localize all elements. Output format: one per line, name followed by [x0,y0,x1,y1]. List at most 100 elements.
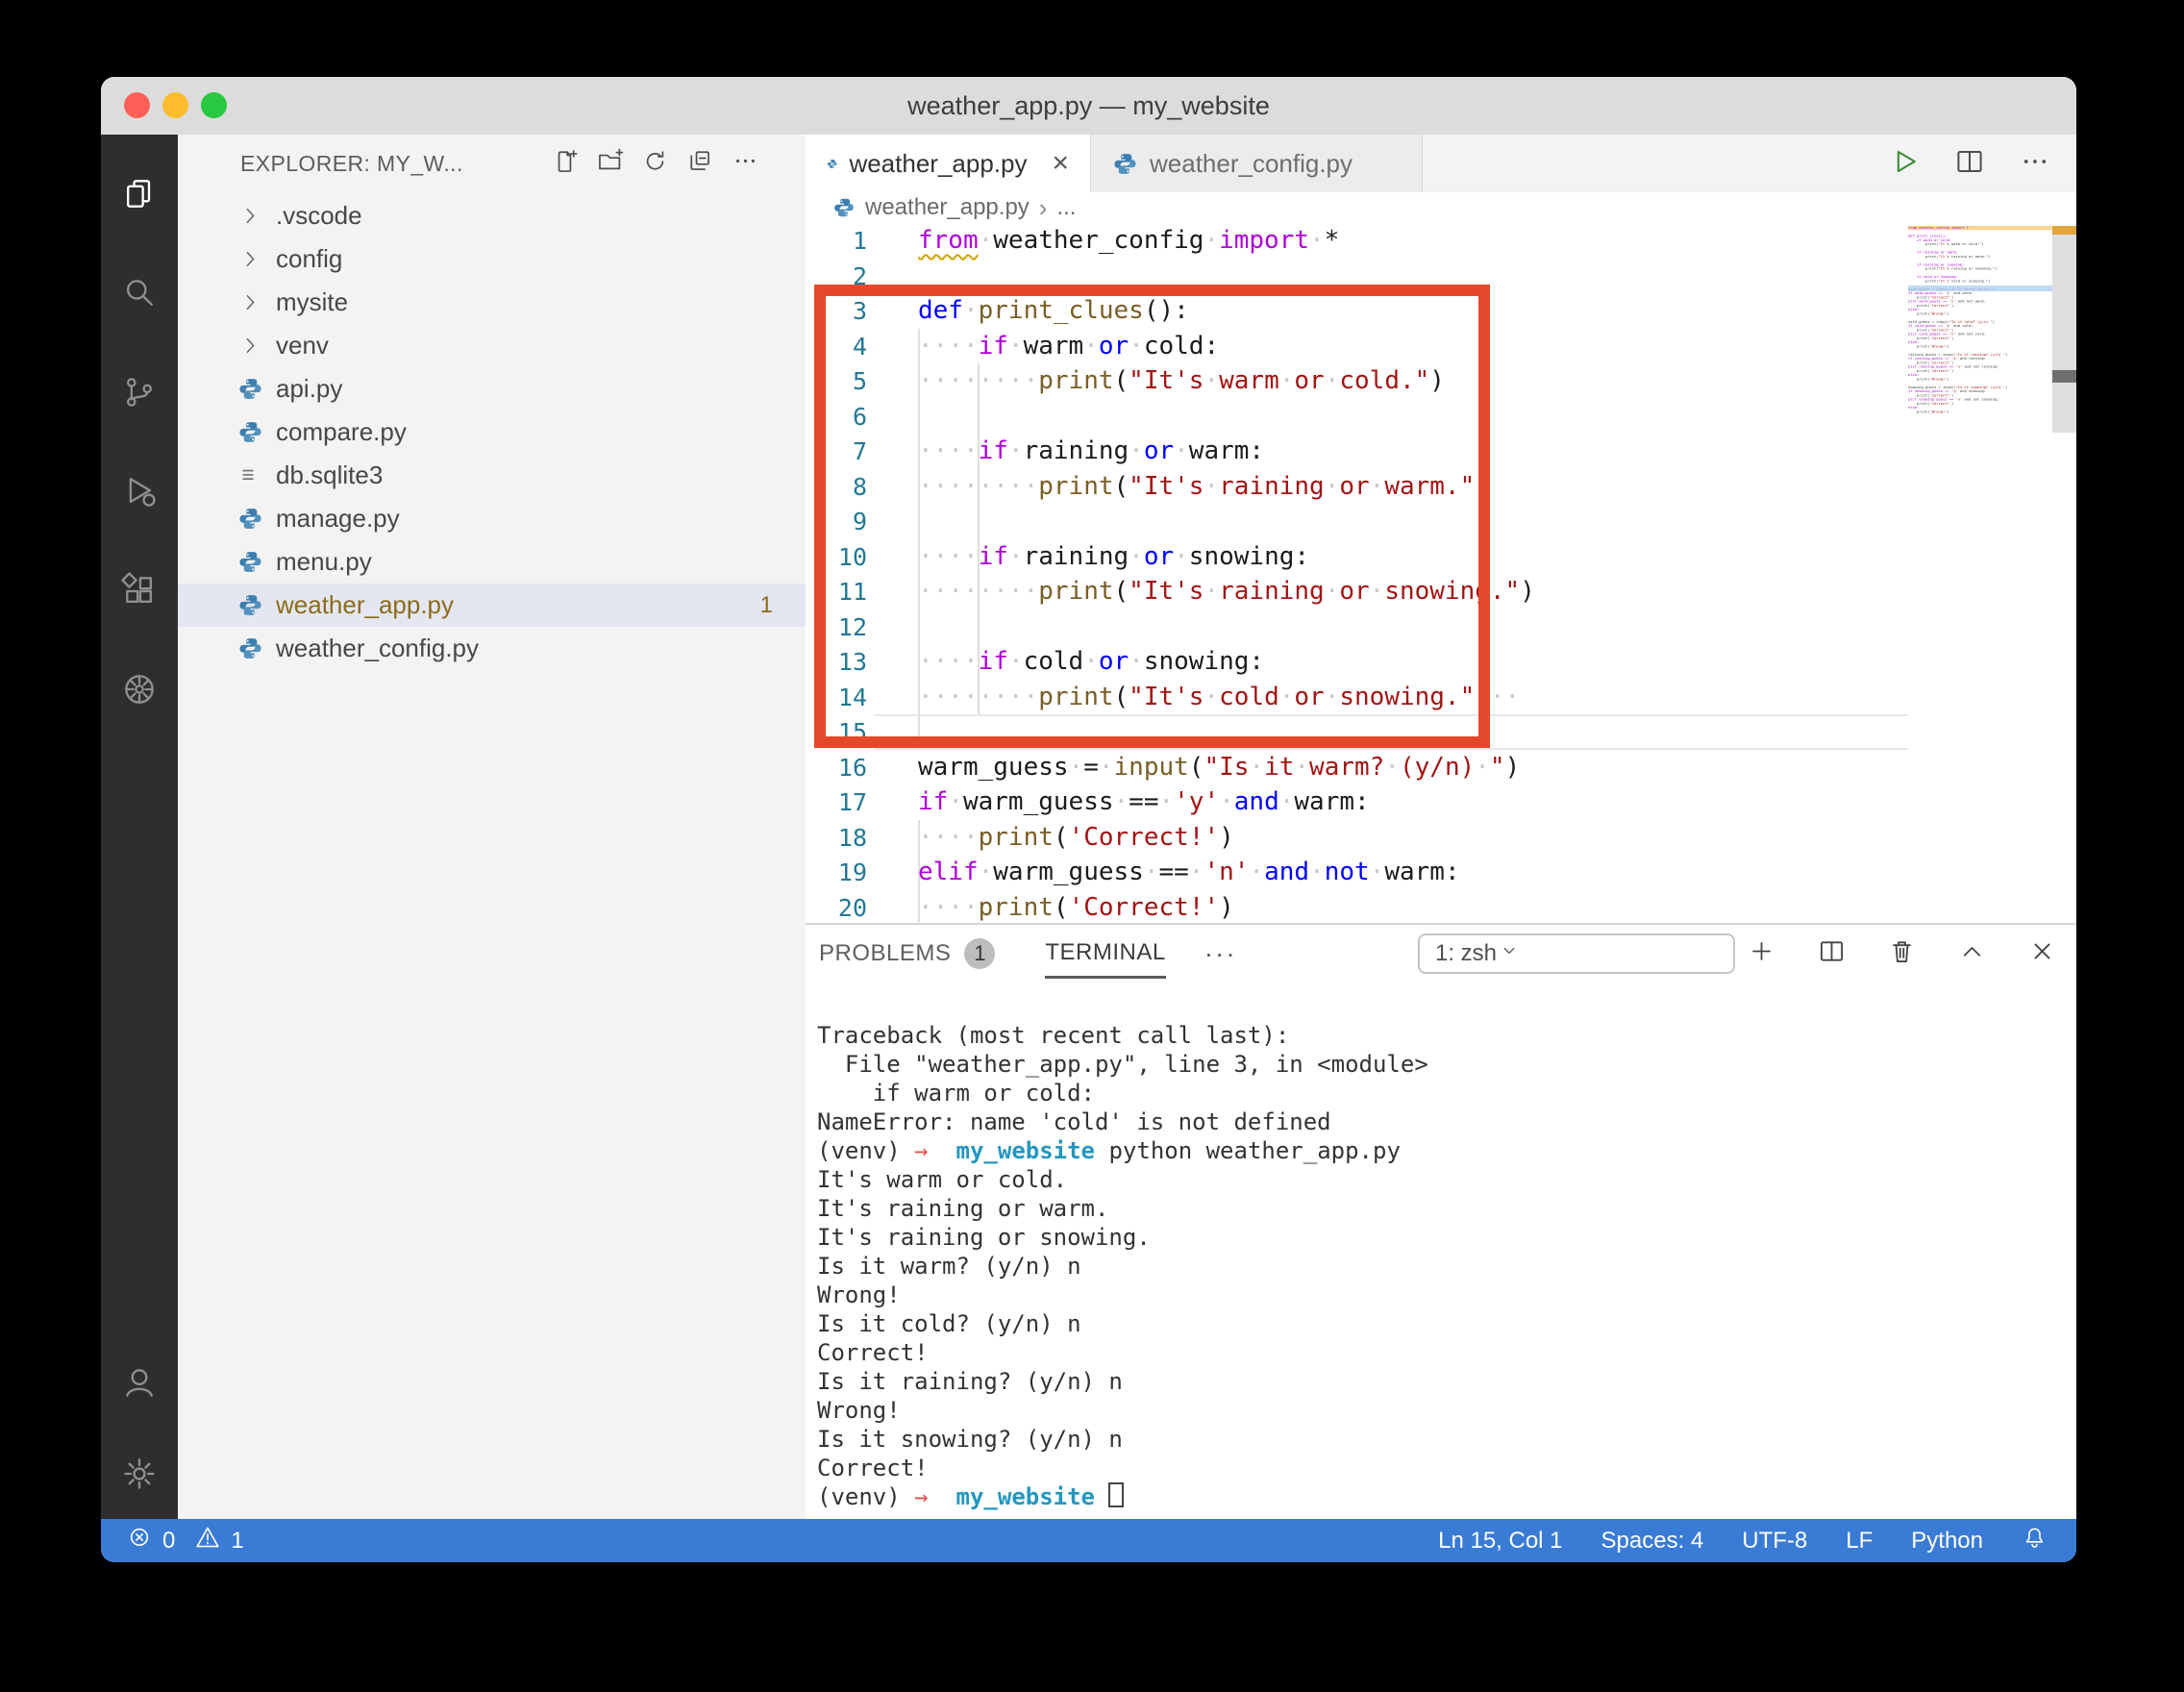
warnings-count: 1 [231,1528,243,1555]
tree-item-label: api.py [276,374,342,404]
activity-item-settings[interactable] [101,1432,178,1515]
editor-actions [1888,135,2051,192]
editor-scrollbar[interactable] [2052,226,2076,433]
source-control-icon [120,373,159,411]
tree-item-label: manage.py [276,504,400,534]
tree-item-label: .vscode [276,201,362,231]
activity-item-kubernetes[interactable] [101,648,178,731]
editor-tab-weather_app.py[interactable]: weather_app.py× [806,135,1091,192]
file-tree: .vscode configmysite venv api.py compare.py d… [178,194,806,670]
tree-item-label: db.sqlite3 [276,460,383,490]
python-icon [237,549,263,575]
close-panel-button[interactable] [2027,936,2057,971]
activity-item-account[interactable] [101,1341,178,1424]
terminal-line: (venv) → my_website [817,1482,2067,1511]
tree-item-label: venv [276,331,329,361]
collapse-all-button[interactable] [686,147,714,180]
tree-item-db.sqlite3[interactable]: db.sqlite3 [178,454,806,497]
more-button[interactable] [732,147,759,180]
tab-problems[interactable]: PROBLEMS 1 [819,938,995,969]
tree-item-venv[interactable]: venv [178,324,806,367]
tab-close-button[interactable]: × [1052,147,1069,180]
settings-icon [120,1455,159,1493]
shell-select-value: 1: zsh [1435,940,1497,967]
status-item[interactable]: Spaces: 4 [1601,1528,1704,1555]
split-editor-icon [1953,145,1986,178]
tab-label: weather_config.py [1150,149,1353,179]
terminal-line: It's raining or snowing. [817,1223,2067,1252]
desktop: weather_app.py — my_website EXPLORER: MY… [0,0,2184,1692]
new-file-button[interactable] [551,147,579,180]
status-item[interactable]: Ln 15, Col 1 [1438,1528,1562,1555]
line-number: 16 [806,750,867,785]
breadcrumb-file[interactable]: weather_app.py [865,194,1030,221]
panel-more-button[interactable]: ··· [1204,938,1237,969]
new-terminal-button[interactable] [1747,936,1776,971]
tab-terminal[interactable]: TERMINAL [1045,939,1165,979]
python-file-icon [832,196,856,219]
tree-item-menu.py[interactable]: menu.py [178,540,806,584]
python-icon [237,635,263,661]
tree-item-compare.py[interactable]: compare.py [178,411,806,454]
minimap[interactable]: from weather_config import *def print_cl… [1908,226,2052,435]
bell-icon [2022,1525,2048,1551]
more-button[interactable] [2019,145,2051,183]
status-item[interactable]: UTF-8 [1742,1528,1807,1555]
tree-item-weather_config.py[interactable]: weather_config.py [178,627,806,670]
tree-item-config[interactable]: config [178,237,806,281]
terminal-output[interactable]: Traceback (most recent call last): File … [817,1021,2067,1511]
tree-item-api.py[interactable]: api.py [178,367,806,411]
split-terminal-button[interactable] [1817,936,1847,971]
activity-item-search[interactable] [101,252,178,335]
terminal-shell-select[interactable]: 1: zsh [1418,933,1735,974]
tree-item-weather_app.py[interactable]: weather_app.py1 [178,584,806,627]
run-button[interactable] [1888,145,1921,183]
status-item[interactable]: LF [1846,1528,1873,1555]
account-icon [120,1363,159,1402]
code-line-19: 19 elif·warm_guess·==·'n'·and·not·warm: [806,855,2076,890]
activity-item-extensions[interactable] [101,549,178,632]
line-number: 19 [806,855,867,890]
panel-actions [1747,925,2057,983]
errors-icon [126,1524,153,1557]
terminal-line: Wrong! [817,1396,2067,1425]
notifications-bell-button[interactable] [2022,1525,2048,1557]
split-editor-button[interactable] [1953,145,1986,183]
activity-item-run-debug[interactable] [101,450,178,533]
terminal-line: Traceback (most recent call last): [817,1021,2067,1050]
activity-bar [101,135,178,1519]
close-panel-icon [2027,936,2057,966]
activity-item-explorer[interactable] [101,153,178,236]
status-item[interactable]: Python [1911,1528,1983,1555]
terminal-line: Is it cold? (y/n) n [817,1309,2067,1338]
chevron-down-icon [1497,938,1531,970]
chevron-right-icon [237,246,263,272]
python-icon [237,592,263,618]
editor-tab-weather_config.py[interactable]: weather_config.py [1091,135,1423,192]
breadcrumb-more[interactable]: ... [1056,194,1076,221]
kill-terminal-button[interactable] [1887,936,1917,971]
refresh-icon [641,147,669,175]
line-number: 17 [806,784,867,820]
code-text: elif·warm_guess·==·'n'·and·not·warm: [918,855,1460,890]
tree-item-manage.py[interactable]: manage.py [178,497,806,540]
tree-item-.vscode[interactable]: .vscode [178,194,806,237]
explorer-title: EXPLORER: MY_W... [240,151,463,177]
new-folder-button[interactable] [596,147,624,180]
activity-item-source-control[interactable] [101,351,178,434]
code-line-17: 17if·warm_guess·==·'y'·and·warm: [806,784,2076,820]
tree-item-mysite[interactable]: mysite [178,281,806,324]
terminal-line: It's warm or cold. [817,1165,2067,1194]
minimap-current-line [1908,286,2052,291]
breadcrumb[interactable]: weather_app.py › ... [806,192,2076,223]
title-bar[interactable]: weather_app.py — my_website [101,77,2076,136]
code-line-18: 18····print('Correct!') [806,820,2076,856]
maximize-panel-button[interactable] [1957,936,1987,971]
tree-item-label: menu.py [276,547,372,577]
problems-status[interactable]: 0 1 [126,1524,244,1557]
refresh-button[interactable] [641,147,669,180]
problems-count-badge: 1 [760,592,773,619]
code-editor[interactable]: 1from·weather_config·import·*23def·print… [806,223,2076,923]
code-line-20: 20····print('Correct!') [806,890,2076,924]
kill-terminal-icon [1887,936,1917,966]
